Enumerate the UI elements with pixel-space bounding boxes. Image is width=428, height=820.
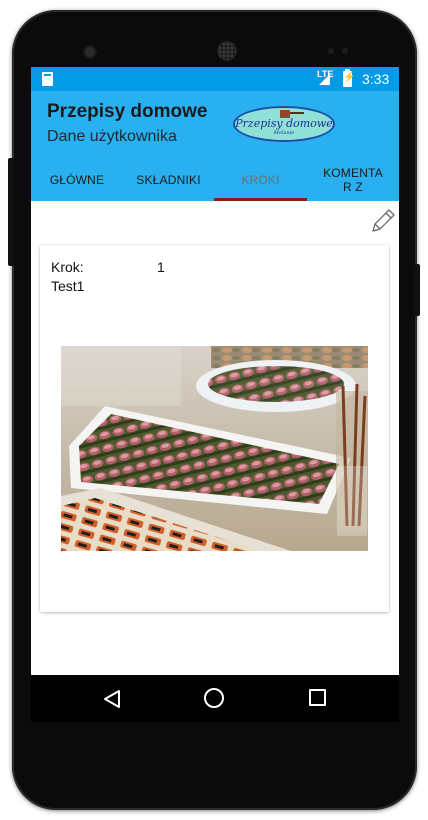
app-title: Przepisy domowe	[47, 101, 208, 122]
step-photo	[61, 346, 368, 551]
proximity-sensor	[328, 48, 334, 54]
app-logo: Przepisy domowe Melanie	[233, 106, 335, 142]
logo-subtext: Melanie	[273, 130, 295, 136]
network-type: LTE	[317, 69, 334, 79]
tab-label: SKŁADNIKI	[136, 173, 201, 187]
tab-glowne[interactable]: GŁÓWNE	[31, 159, 123, 201]
recent-apps-button[interactable]	[309, 689, 326, 706]
tab-kroki[interactable]: KROKI	[214, 159, 307, 201]
home-button[interactable]	[204, 688, 224, 708]
tab-bar: GŁÓWNE SKŁADNIKI KROKI KOMENTAR Z	[31, 159, 399, 201]
tab-label: KOMENTAR Z	[323, 166, 383, 194]
app-subtitle: Dane użytkownika	[47, 128, 177, 145]
tab-komentarz[interactable]: KOMENTAR Z	[307, 159, 399, 201]
battery-charging-icon	[343, 69, 352, 87]
back-triangle-icon	[104, 690, 120, 708]
sd-card-icon	[42, 72, 53, 86]
status-bar: LTE 3:33	[31, 67, 399, 91]
step-label: Krok:	[51, 259, 84, 275]
steps-content: Krok: 1 Test1	[31, 201, 399, 675]
light-sensor	[342, 48, 348, 54]
system-nav-bar	[31, 675, 399, 722]
pot-handle	[290, 112, 304, 114]
step-number: 1	[157, 259, 165, 275]
pencil-icon[interactable]	[368, 206, 398, 236]
app-bar: Przepisy domowe Dane użytkownika Przepis…	[31, 91, 399, 201]
step-card[interactable]: Krok: 1 Test1	[40, 245, 389, 612]
volume-button	[8, 158, 14, 266]
clock: 3:33	[362, 71, 390, 87]
step-description: Test1	[51, 278, 85, 294]
front-camera	[85, 47, 95, 57]
tab-label: KROKI	[241, 173, 280, 187]
back-button[interactable]	[103, 689, 121, 709]
tab-skladniki[interactable]: SKŁADNIKI	[123, 159, 214, 201]
tab-label: GŁÓWNE	[49, 173, 105, 187]
earpiece-speaker	[218, 42, 236, 60]
logo-text: Przepisy domowe	[235, 117, 333, 130]
screen: LTE 3:33 Przepisy domowe Dane użytkownik…	[31, 67, 399, 722]
power-button	[414, 264, 420, 316]
